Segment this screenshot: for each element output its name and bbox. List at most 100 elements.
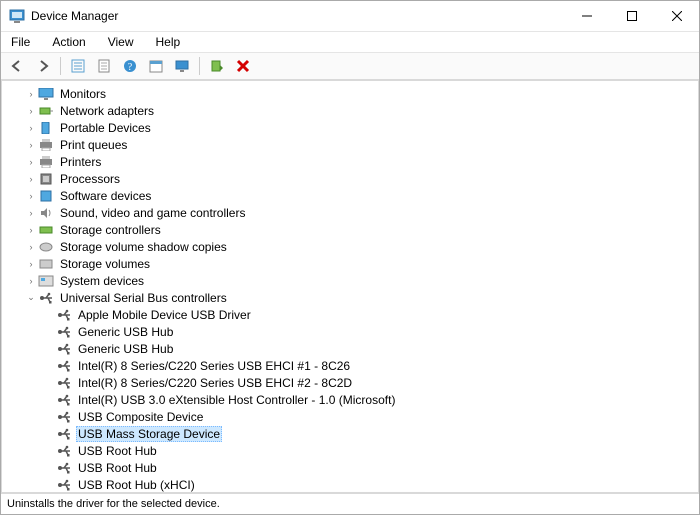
menubar: File Action View Help [1, 32, 699, 53]
tree-node-label[interactable]: Print queues [58, 138, 129, 152]
tree-node[interactable]: USB Mass Storage Device [6, 425, 698, 442]
tree-node[interactable]: USB Composite Device [6, 408, 698, 425]
window-title: Device Manager [31, 9, 564, 23]
tree-node[interactable]: › Storage controllers [6, 221, 698, 238]
tree-node-label[interactable]: Intel(R) USB 3.0 eXtensible Host Control… [76, 393, 397, 407]
tree-node-label[interactable]: USB Composite Device [76, 410, 205, 424]
tree-node[interactable]: USB Root Hub (xHCI) [6, 476, 698, 492]
help-icon[interactable]: ? [118, 54, 142, 78]
minimize-button[interactable] [564, 1, 609, 31]
tree-node-label[interactable]: Software devices [58, 189, 153, 203]
printer-icon [38, 138, 54, 152]
shadow-icon [38, 240, 54, 254]
sheet-icon[interactable] [92, 54, 116, 78]
tree-node-label[interactable]: Generic USB Hub [76, 325, 175, 339]
software-icon [38, 189, 54, 203]
tree-node[interactable]: › Storage volumes [6, 255, 698, 272]
tree-node[interactable]: ⌄ Universal Serial Bus controllers [6, 289, 698, 306]
tree-node-label[interactable]: USB Root Hub [76, 444, 159, 458]
menu-file[interactable]: File [7, 33, 34, 51]
tree-node[interactable]: USB Root Hub [6, 459, 698, 476]
tree-node-label[interactable]: Sound, video and game controllers [58, 206, 247, 220]
usb-icon [56, 308, 72, 322]
usb-icon [56, 393, 72, 407]
usb-icon [56, 325, 72, 339]
tree-node[interactable]: › Network adapters [6, 102, 698, 119]
tree-node-label[interactable]: USB Root Hub (xHCI) [76, 478, 197, 492]
tree-node-label[interactable]: Generic USB Hub [76, 342, 175, 356]
tree-node[interactable]: Generic USB Hub [6, 323, 698, 340]
delete-icon[interactable] [231, 54, 255, 78]
tree-node-label[interactable]: Processors [58, 172, 122, 186]
expand-icon[interactable]: › [24, 140, 38, 150]
menu-view[interactable]: View [104, 33, 138, 51]
tree-node[interactable]: › Software devices [6, 187, 698, 204]
tree-node[interactable]: Intel(R) 8 Series/C220 Series USB EHCI #… [6, 357, 698, 374]
tree-node[interactable]: › Sound, video and game controllers [6, 204, 698, 221]
tree-node-label[interactable]: Storage controllers [58, 223, 163, 237]
tree-node[interactable]: Intel(R) 8 Series/C220 Series USB EHCI #… [6, 374, 698, 391]
network-icon [38, 104, 54, 118]
volume-icon [38, 257, 54, 271]
expand-icon[interactable]: › [24, 276, 38, 286]
expand-icon[interactable]: › [24, 208, 38, 218]
expand-icon[interactable]: › [24, 123, 38, 133]
tree-node-label[interactable]: Network adapters [58, 104, 156, 118]
usb-icon [56, 359, 72, 373]
tree-node-label[interactable]: Printers [58, 155, 103, 169]
expand-icon[interactable]: › [24, 106, 38, 116]
tree-node-label[interactable]: Portable Devices [58, 121, 153, 135]
calendar-icon[interactable] [144, 54, 168, 78]
tree-node[interactable]: › Portable Devices [6, 119, 698, 136]
tree-node-label[interactable]: Intel(R) 8 Series/C220 Series USB EHCI #… [76, 376, 354, 390]
tree-node[interactable]: Generic USB Hub [6, 340, 698, 357]
tree-node[interactable]: Intel(R) USB 3.0 eXtensible Host Control… [6, 391, 698, 408]
menu-action[interactable]: Action [48, 33, 89, 51]
tree-node[interactable]: › Print queues [6, 136, 698, 153]
tree-node-label[interactable]: Storage volume shadow copies [58, 240, 229, 254]
tree-node-label[interactable]: USB Root Hub [76, 461, 159, 475]
usb-icon [56, 461, 72, 475]
tree-node-label[interactable]: Intel(R) 8 Series/C220 Series USB EHCI #… [76, 359, 352, 373]
back-icon[interactable] [5, 54, 29, 78]
expand-icon[interactable]: › [24, 259, 38, 269]
expand-icon[interactable]: › [24, 225, 38, 235]
tree-node[interactable]: › Printers [6, 153, 698, 170]
tree-node-label[interactable]: USB Mass Storage Device [76, 426, 222, 442]
tree-node-label[interactable]: Monitors [58, 87, 108, 101]
usbctrl-icon [38, 291, 54, 305]
expand-icon[interactable]: › [24, 174, 38, 184]
tree-node-label[interactable]: System devices [58, 274, 146, 288]
tree-node[interactable]: › Processors [6, 170, 698, 187]
collapse-icon[interactable]: ⌄ [24, 292, 38, 303]
tree-node[interactable]: Apple Mobile Device USB Driver [6, 306, 698, 323]
tree-node-label[interactable]: Universal Serial Bus controllers [58, 291, 229, 305]
menu-help[interactable]: Help [152, 33, 185, 51]
usb-icon [56, 427, 72, 441]
system-icon [38, 274, 54, 288]
expand-icon[interactable]: › [24, 242, 38, 252]
audio-icon [38, 206, 54, 220]
tree-node-label[interactable]: Storage volumes [58, 257, 152, 271]
device-icon[interactable] [205, 54, 229, 78]
usb-icon [56, 478, 72, 492]
tree-node[interactable]: USB Root Hub [6, 442, 698, 459]
tree-node-label[interactable]: Apple Mobile Device USB Driver [76, 308, 253, 322]
portable-icon [38, 121, 54, 135]
expand-icon[interactable]: › [24, 191, 38, 201]
window-buttons [564, 1, 699, 31]
tree-node[interactable]: › Monitors [6, 85, 698, 102]
usb-icon [56, 376, 72, 390]
usb-icon [56, 342, 72, 356]
forward-icon[interactable] [31, 54, 55, 78]
list-icon[interactable] [66, 54, 90, 78]
tree-node[interactable]: › Storage volume shadow copies [6, 238, 698, 255]
tree-node[interactable]: › System devices [6, 272, 698, 289]
device-tree[interactable]: › Monitors › Network adapters › Portable Devi… [2, 81, 698, 492]
monitor-icon[interactable] [170, 54, 194, 78]
close-button[interactable] [654, 1, 699, 31]
toolbar-separator [199, 57, 200, 75]
expand-icon[interactable]: › [24, 157, 38, 167]
expand-icon[interactable]: › [24, 89, 38, 99]
maximize-button[interactable] [609, 1, 654, 31]
